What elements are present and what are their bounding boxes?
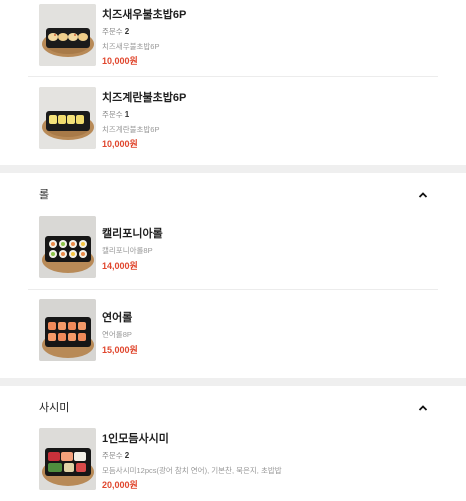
food-photo <box>39 299 96 361</box>
item-price: 15,000원 <box>102 345 138 355</box>
item-name: 1인모듬사시미 <box>102 433 169 445</box>
chevron-up-icon[interactable] <box>418 191 428 199</box>
section-separator <box>0 378 466 386</box>
food-photo <box>39 4 96 66</box>
item-price: 14,000원 <box>102 261 138 271</box>
food-photo <box>39 428 96 490</box>
item-description: 연어롤8P <box>102 330 132 339</box>
order-count: 주문수 2 <box>102 27 130 36</box>
item-name: 연어롤 <box>102 312 133 324</box>
item-price: 20,000원 <box>102 480 138 490</box>
section-header-roll[interactable]: 롤 <box>0 181 466 211</box>
item-price: 10,000원 <box>102 139 138 149</box>
menu-item-cheese-shrimp[interactable]: 치즈새우불초밥6P 주문수 2 치즈새우불초밥6P 10,000원 <box>39 4 438 74</box>
order-count: 주문수 1 <box>102 110 130 119</box>
menu-item-sashimi-for-one[interactable]: 1인모듬사시미 주문수 2 모듬사시미12pcs(광어 참치 연어), 기본찬,… <box>39 428 438 498</box>
menu-item-salmon-roll[interactable]: 연어롤 연어롤8P 15,000원 <box>39 299 438 369</box>
item-name: 치즈계란불초밥6P <box>102 92 187 104</box>
food-photo <box>39 87 96 149</box>
menu-item-cheese-egg[interactable]: 치즈계란불초밥6P 주문수 1 치즈계란불초밥6P 10,000원 <box>39 87 438 157</box>
menu-item-california-roll[interactable]: 캘리포니아롤 캘리포니아롤8P 14,000원 <box>39 216 438 286</box>
order-count: 주문수 2 <box>102 451 130 460</box>
divider <box>28 76 438 77</box>
item-description: 치즈새우불초밥6P <box>102 42 160 51</box>
item-price: 10,000원 <box>102 56 138 66</box>
section-separator <box>0 165 466 173</box>
item-description: 모듬사시미12pcs(광어 참치 연어), 기본찬, 묵은지, 초밥밥 <box>102 466 282 475</box>
item-description: 캘리포니아롤8P <box>102 246 153 255</box>
item-name: 캘리포니아롤 <box>102 228 163 240</box>
section-title: 롤 <box>39 189 50 201</box>
divider <box>28 289 438 290</box>
item-name: 치즈새우불초밥6P <box>102 9 187 21</box>
section-title: 사시미 <box>39 402 70 414</box>
chevron-up-icon[interactable] <box>418 404 428 412</box>
item-description: 치즈계란불초밥6P <box>102 125 160 134</box>
food-photo <box>39 216 96 278</box>
section-header-sashimi[interactable]: 사시미 <box>0 394 466 424</box>
